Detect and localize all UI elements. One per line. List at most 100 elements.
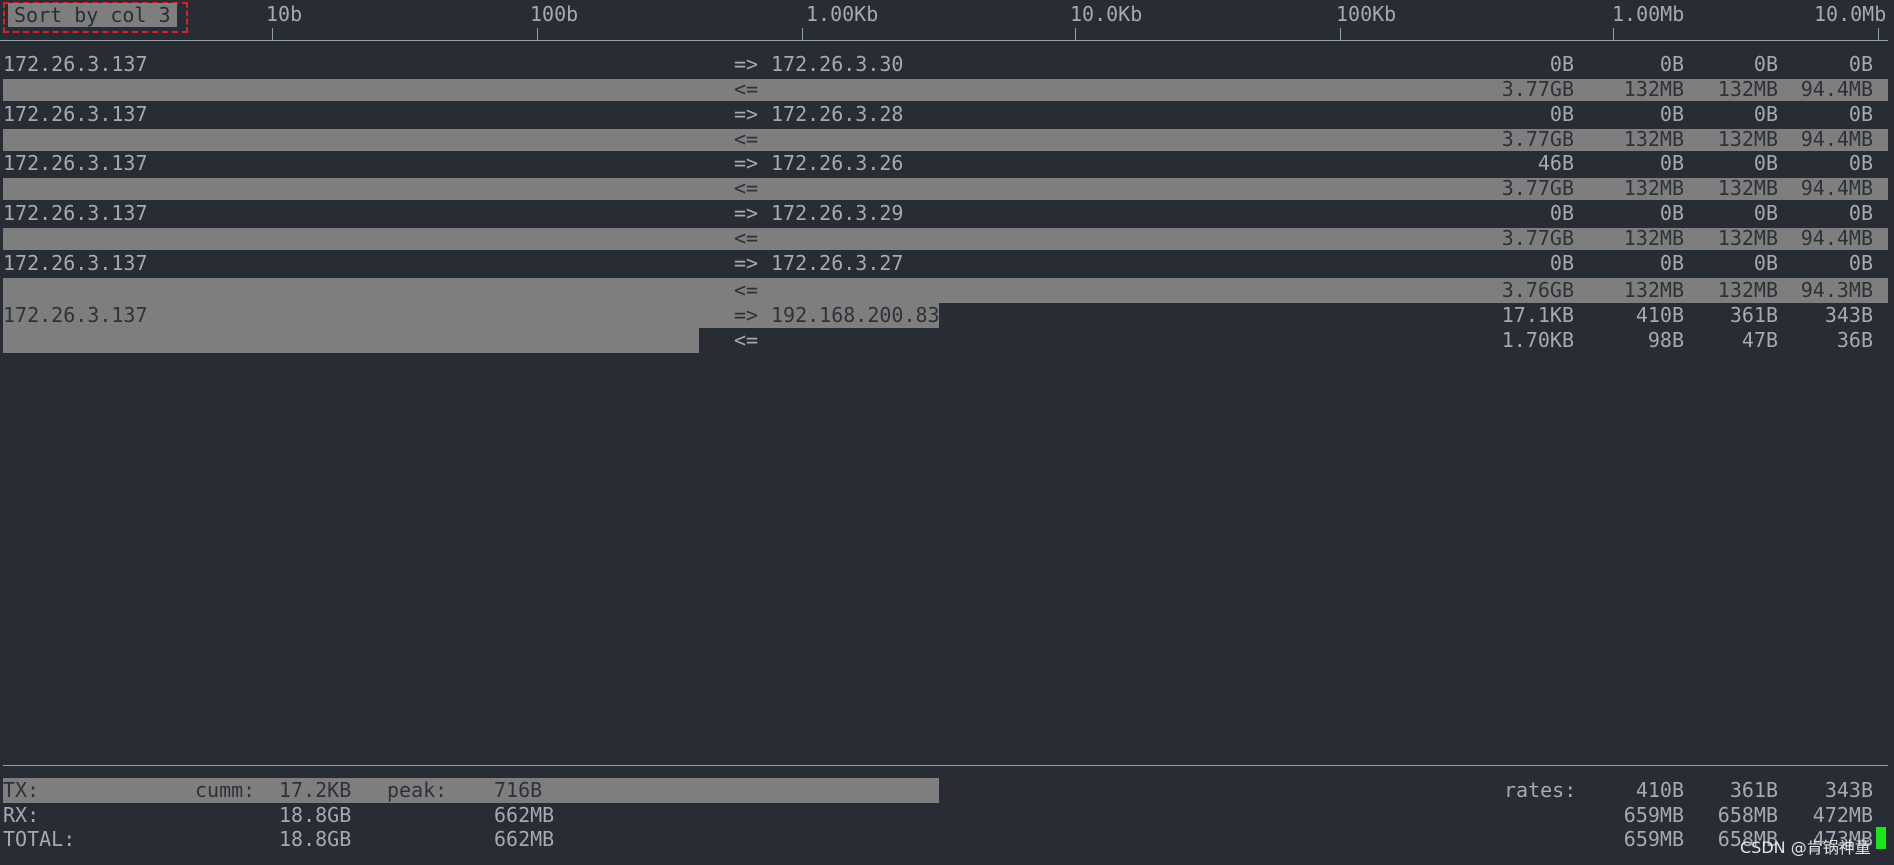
- rx-rate-10s: 132MB: [1717, 278, 1778, 302]
- tx-rate-10s: 0B: [1753, 201, 1778, 225]
- out-arrow: =>: [734, 52, 759, 76]
- tx-rate-2s: 0B: [1659, 102, 1684, 126]
- tx-rate-10s: 361B: [1729, 303, 1778, 327]
- tx-rate-40s: 343B: [1824, 303, 1873, 327]
- tx-rate-10s: 0B: [1753, 151, 1778, 175]
- in-arrow: <=: [734, 226, 759, 250]
- tx-rate-2s: 0B: [1659, 151, 1684, 175]
- in-arrow: <=: [734, 176, 759, 200]
- tx-value: 46B: [1537, 151, 1574, 175]
- out-arrow: =>: [734, 251, 759, 275]
- destination-host[interactable]: 172.26.3.27: [771, 251, 903, 276]
- tx-rate-40s: 0B: [1848, 201, 1873, 225]
- tx-value: 17.1KB: [1501, 303, 1574, 327]
- rx-rate-10s: 132MB: [1717, 176, 1778, 200]
- rx-value: 3.77GB: [1501, 77, 1574, 101]
- rx-label: RX:: [3, 803, 40, 827]
- tx-label: TX:: [3, 778, 40, 802]
- scale-tick-label: 1.00Kb: [806, 2, 879, 26]
- rx-rate-10s: 47B: [1741, 328, 1778, 352]
- source-host[interactable]: 172.26.3.137: [3, 151, 148, 176]
- rates-label: rates:: [1504, 778, 1577, 802]
- rx-rate-2s: 132MB: [1623, 77, 1684, 101]
- scale-tick-label: 10b: [266, 2, 303, 26]
- rx-value: 1.70KB: [1501, 328, 1574, 352]
- rx-rate-40s: 472MB: [1812, 803, 1873, 827]
- rx-rate-2s: 659MB: [1623, 803, 1684, 827]
- scale-tick-mark: [1878, 28, 1879, 40]
- rx-rate-40s: 94.4MB: [1800, 176, 1873, 200]
- tx-value: 0B: [1549, 201, 1574, 225]
- tx-value: 0B: [1549, 251, 1574, 275]
- rx-rate-40s: 94.4MB: [1800, 77, 1873, 101]
- tx-rate-10s: 361B: [1729, 778, 1778, 802]
- tx-rate-2s: 0B: [1659, 251, 1684, 275]
- in-arrow: <=: [734, 77, 759, 101]
- rx-value: 3.77GB: [1501, 127, 1574, 151]
- rx-value: 3.77GB: [1501, 226, 1574, 250]
- rx-rate-2s: 132MB: [1623, 127, 1684, 151]
- total-rate-2s: 659MB: [1623, 827, 1684, 851]
- source-host[interactable]: 172.26.3.137: [3, 52, 148, 77]
- rx-rate-40s: 94.4MB: [1800, 226, 1873, 250]
- scale-tick-label: 10.0Kb: [1070, 2, 1143, 26]
- scale-tick-mark: [537, 28, 538, 40]
- bandwidth-bar: [3, 778, 939, 803]
- destination-host[interactable]: 172.26.3.26: [771, 151, 903, 176]
- tx-rate-40s: 0B: [1848, 102, 1873, 126]
- rx-rate-2s: 132MB: [1623, 226, 1684, 250]
- bandwidth-bar: [3, 328, 699, 353]
- scale-tick-label: 10.0Mb: [1814, 2, 1887, 26]
- tx-rate-2s: 0B: [1659, 201, 1684, 225]
- tx-rate-10s: 0B: [1753, 102, 1778, 126]
- tx-rate-2s: 0B: [1659, 52, 1684, 76]
- tx-rate-40s: 0B: [1848, 251, 1873, 275]
- rx-rate-10s: 132MB: [1717, 127, 1778, 151]
- rx-rate-40s: 36B: [1836, 328, 1873, 352]
- out-arrow: =>: [734, 102, 759, 126]
- tx-value: 0B: [1549, 52, 1574, 76]
- tx-rate-10s: 0B: [1753, 52, 1778, 76]
- source-host[interactable]: 172.26.3.137: [3, 251, 148, 276]
- tx-rate-40s: 343B: [1824, 778, 1873, 802]
- footer-divider: [3, 765, 1888, 766]
- source-host[interactable]: 172.26.3.137: [3, 303, 148, 328]
- destination-host[interactable]: 172.26.3.29: [771, 201, 903, 226]
- rx-rate-10s: 132MB: [1717, 226, 1778, 250]
- cumm-label: cumm:: [195, 778, 256, 802]
- out-arrow: =>: [734, 151, 759, 175]
- tx-rate-40s: 0B: [1848, 52, 1873, 76]
- scale-tick-mark: [802, 28, 803, 40]
- rx-rate-10s: 132MB: [1717, 77, 1778, 101]
- rx-cumm-value: 18.8GB: [279, 803, 352, 827]
- scale-tick-mark: [272, 28, 273, 40]
- destination-host[interactable]: 172.26.3.30: [771, 52, 903, 77]
- tx-rate-2s: 410B: [1635, 303, 1684, 327]
- scale-tick-label: 1.00Mb: [1612, 2, 1685, 26]
- in-arrow: <=: [734, 328, 759, 352]
- rx-rate-2s: 132MB: [1623, 278, 1684, 302]
- destination-host[interactable]: 172.26.3.28: [771, 102, 903, 127]
- rx-rate-40s: 94.4MB: [1800, 127, 1873, 151]
- destination-host[interactable]: 192.168.200.83: [771, 303, 940, 328]
- out-arrow: =>: [734, 303, 759, 327]
- total-label: TOTAL:: [3, 827, 76, 851]
- rx-rate-40s: 94.3MB: [1800, 278, 1873, 302]
- scale-tick-label: 100Kb: [1336, 2, 1397, 26]
- source-host[interactable]: 172.26.3.137: [3, 201, 148, 226]
- total-peak-value: 662MB: [494, 827, 555, 851]
- source-host[interactable]: 172.26.3.137: [3, 102, 148, 127]
- rx-value: 3.76GB: [1501, 278, 1574, 302]
- sort-label: Sort by col 3: [8, 3, 177, 27]
- rx-rate-2s: 132MB: [1623, 176, 1684, 200]
- total-cumm-value: 18.8GB: [279, 827, 352, 851]
- tx-peak-value: 716B: [494, 778, 543, 802]
- rx-peak-value: 662MB: [494, 803, 555, 827]
- tx-cumm-value: 17.2KB: [279, 778, 352, 802]
- rx-rate-10s: 658MB: [1717, 803, 1778, 827]
- in-arrow: <=: [734, 278, 759, 302]
- scale-tick-mark: [1340, 28, 1341, 40]
- terminal-cursor: [1876, 827, 1886, 849]
- tx-rate-2s: 410B: [1635, 778, 1684, 802]
- tx-rate-40s: 0B: [1848, 151, 1873, 175]
